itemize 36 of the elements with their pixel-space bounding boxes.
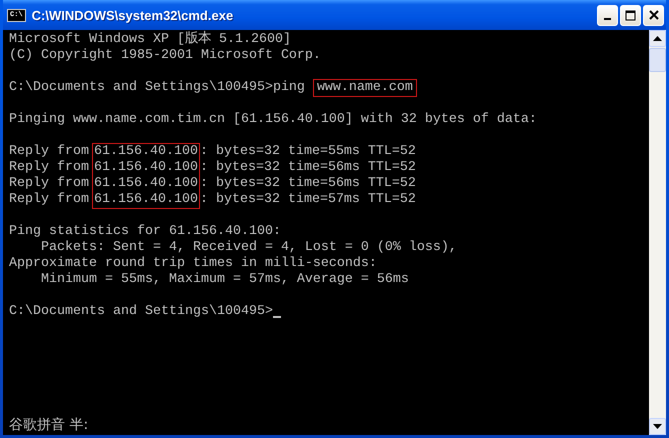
command-prompt: C:\Documents and Settings\100495> [9, 304, 273, 320]
ip-address: 61.156.40.100 [94, 160, 198, 176]
reply-label: Reply from [9, 144, 89, 160]
reply-label: Reply from [9, 176, 89, 192]
reply-details: : bytes=32 time=56ms TTL=52 [200, 160, 416, 176]
command-prompt: C:\Documents and Settings\100495>ping [9, 80, 306, 96]
minimize-button[interactable] [597, 4, 618, 26]
window-title: C:\WINDOWS\system32\cmd.exe [32, 8, 234, 22]
ip-address: 61.156.40.100 [94, 192, 198, 208]
console-line: Ping statistics for 61.156.40.100: [9, 224, 282, 240]
up-arrow-icon [653, 36, 662, 42]
ip-address: 61.156.40.100 [94, 144, 198, 160]
minimize-icon [604, 18, 611, 20]
reply-label: Reply from [9, 192, 89, 208]
ip-address: 61.156.40.100 [94, 176, 198, 192]
maximize-icon [625, 10, 636, 20]
scroll-thumb[interactable] [649, 48, 666, 72]
reply-details: : bytes=32 time=57ms TTL=52 [200, 192, 416, 208]
reply-label: Reply from [9, 160, 89, 176]
console-line: Approximate round trip times in milli-seconds: [9, 256, 378, 272]
scrollbar[interactable] [649, 30, 666, 435]
scroll-up-button[interactable] [649, 30, 666, 47]
maximize-button[interactable] [620, 4, 641, 26]
down-arrow-icon [653, 424, 662, 430]
reply-details: : bytes=32 time=56ms TTL=52 [200, 176, 416, 192]
close-icon [648, 10, 658, 20]
console-line: Pinging www.name.com.tim.cn [61.156.40.100] with 32 bytes of data: [9, 112, 538, 128]
console-line: (C) Copyright 1985-2001 Microsoft Corp. [9, 48, 322, 64]
scroll-down-button[interactable] [649, 418, 666, 435]
command-text: www.name.com [314, 81, 415, 95]
reply-details: : bytes=32 time=55ms TTL=52 [200, 144, 416, 160]
console-line: Minimum = 55ms, Maximum = 57ms, Average = 56ms [40, 272, 410, 288]
console-line: Packets: Sent = 4, Received = 4, Lost = 0 (0% loss), [40, 240, 458, 256]
ime-status: 谷歌拼音 半: [9, 416, 90, 435]
console-line: Microsoft Windows XP [版本 5.1.2600] [9, 32, 292, 48]
close-button[interactable] [643, 4, 664, 26]
